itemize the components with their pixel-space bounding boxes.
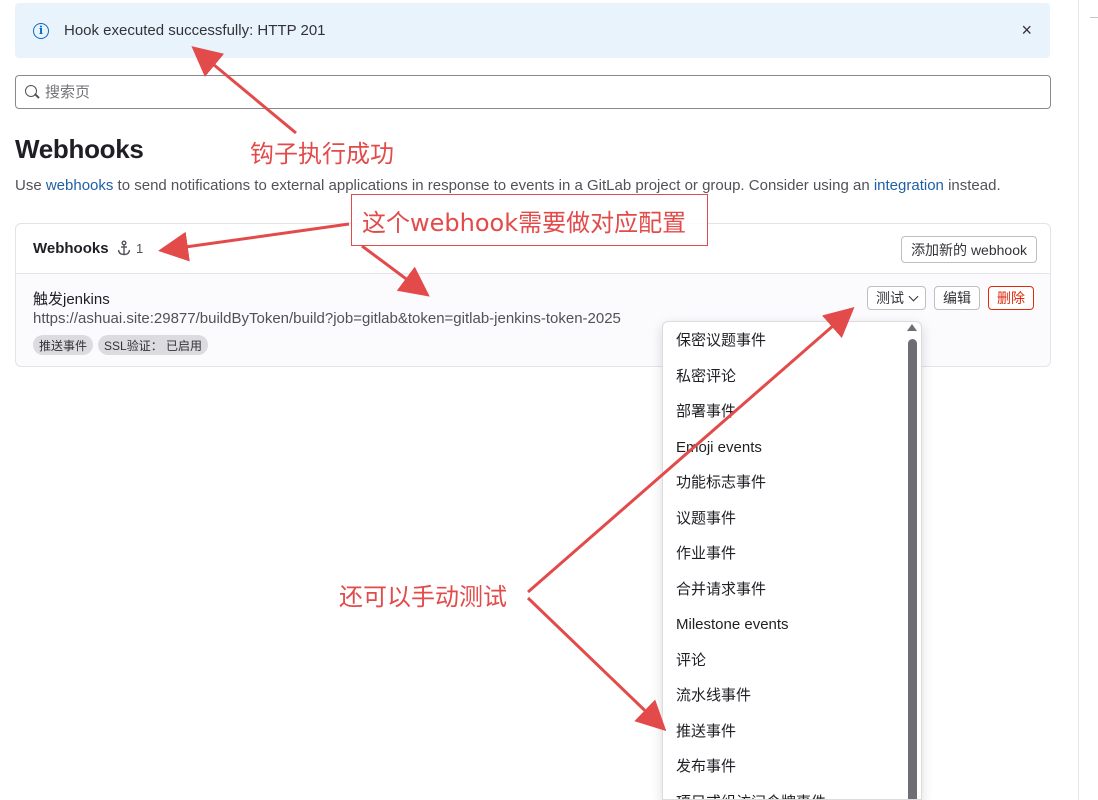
card-title: Webhooks [33,240,109,257]
description-prefix: Use [15,177,46,194]
search-input[interactable] [45,83,1025,101]
description-suffix: instead. [943,177,1001,194]
test-button-label: 测试 [876,290,904,306]
test-dropdown-button[interactable]: 测试 [867,286,926,310]
page-edge-divider [1078,0,1079,800]
dropdown-item[interactable]: 流水线事件 [663,678,921,714]
chevron-down-icon [908,291,919,301]
test-event-dropdown: 保密议题事件 私密评论 部署事件 Emoji events 功能标志事件 议题事… [662,321,922,800]
dropdown-item[interactable]: Milestone events [663,607,921,643]
delete-button[interactable]: 删除 [988,286,1034,310]
description-middle: to send notifications to external applic… [113,177,874,194]
close-icon[interactable]: × [1021,20,1032,40]
edge-mark [1090,17,1098,18]
page-description: Use webhooks to send notifications to ex… [15,177,1001,194]
dropdown-item[interactable]: 功能标志事件 [663,465,921,501]
dropdown-scrollbar[interactable] [908,339,917,799]
dropdown-item[interactable]: Emoji events [663,430,921,466]
dropdown-item[interactable]: 评论 [663,643,921,679]
annotation-arrows [158,46,855,732]
hook-badges: 推送事件 SSL验证： 已启用 [33,335,209,355]
count-label: 1 [136,240,144,256]
hook-url: https://ashuai.site:29877/buildByToken/b… [33,310,621,327]
search-icon [25,85,39,99]
dropdown-item[interactable]: 作业事件 [663,536,921,572]
add-webhook-button[interactable]: 添加新的 webhook [901,236,1037,263]
integration-link[interactable]: integration [874,177,944,194]
dropdown-item[interactable]: 合并请求事件 [663,572,921,608]
hook-name: 触发jenkins [33,291,110,308]
page-title: Webhooks [15,134,144,164]
push-events-badge: 推送事件 [33,335,94,355]
scroll-up-arrow[interactable] [907,324,917,331]
annotation-manual-test: 还可以手动测试 [339,583,507,611]
dropdown-item[interactable]: 部署事件 [663,394,921,430]
success-alert: i Hook executed successfully: HTTP 201 × [15,3,1050,58]
edit-button[interactable]: 编辑 [934,286,980,310]
dropdown-item[interactable]: 项目或组访问令牌事件 [663,785,921,800]
arrow-to-push-event [526,596,667,732]
info-icon: i [33,22,49,39]
event-list: 保密议题事件 私密评论 部署事件 Emoji events 功能标志事件 议题事… [663,322,921,800]
ssl-badge: SSL验证： 已启用 [98,335,209,355]
hook-actions: 测试 编辑 删除 [867,286,1034,310]
dropdown-item[interactable]: 推送事件 [663,714,921,750]
dropdown-item[interactable]: 保密议题事件 [663,323,921,359]
anchor-icon [117,240,131,256]
alert-message: Hook executed successfully: HTTP 201 [64,22,326,39]
webhooks-link[interactable]: webhooks [46,177,114,194]
annotation-success: 钩子执行成功 [250,140,394,168]
search-bar [15,75,1051,109]
dropdown-item[interactable]: 发布事件 [663,749,921,785]
dropdown-item[interactable]: 私密评论 [663,359,921,395]
annotation-config: 这个webhook需要做对应配置 [351,194,708,246]
webhook-count: 1 [116,240,143,256]
dropdown-item[interactable]: 议题事件 [663,501,921,537]
